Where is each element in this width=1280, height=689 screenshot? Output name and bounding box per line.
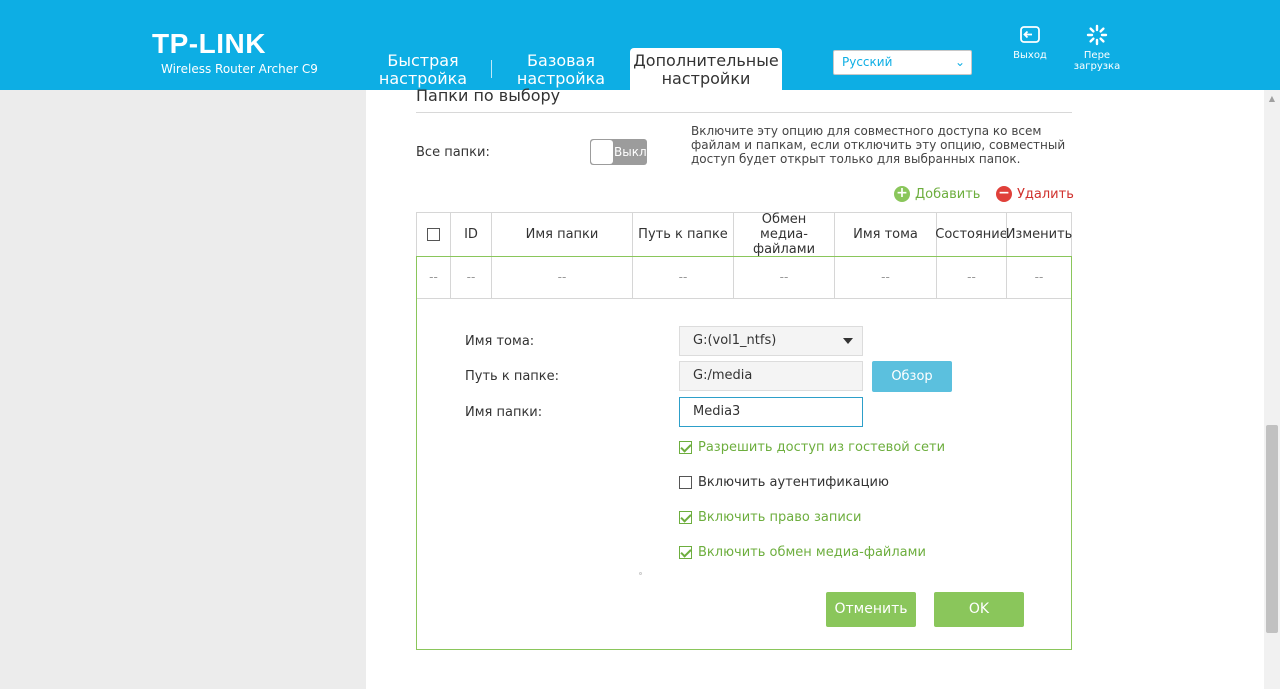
ok-button[interactable]: OK (934, 592, 1024, 627)
tab-advanced[interactable]: Дополнительные настройки (630, 48, 782, 90)
col-id: ID (450, 213, 491, 256)
plus-icon: + (894, 186, 910, 202)
all-folders-label: Все папки: (416, 145, 490, 160)
language-select[interactable]: Русский ⌄ (833, 50, 972, 75)
brand-logo: TP-LINK (152, 28, 266, 59)
table-row[interactable]: -- -- -- -- -- -- -- -- (416, 256, 1072, 299)
section-divider (416, 112, 1072, 113)
all-folders-toggle[interactable]: Выкл (590, 139, 647, 165)
page-scrollbar[interactable]: ▲ (1264, 90, 1280, 689)
col-status: Состояние (935, 213, 1008, 256)
select-all-cell (417, 213, 450, 256)
guest-access-option[interactable]: Разрешить доступ из гостевой сети (679, 440, 945, 455)
guest-access-checkbox[interactable] (679, 441, 692, 454)
top-header: TP-LINK Wireless Router Archer C9 Быстра… (0, 0, 1280, 90)
toggle-knob (591, 140, 613, 164)
col-folder-path: Путь к папке (632, 213, 733, 256)
col-modify: Изменить (1006, 213, 1072, 256)
select-all-checkbox[interactable] (427, 228, 440, 241)
reboot-icon (1086, 24, 1108, 46)
col-folder-name: Имя папки (491, 213, 632, 256)
cancel-button[interactable]: Отменить (826, 592, 916, 627)
folder-name-input[interactable]: Media3 (679, 397, 863, 427)
media-sharing-option[interactable]: Включить обмен медиа-файлами (679, 545, 926, 560)
authentication-option[interactable]: Включить аутентификацию (679, 475, 889, 490)
add-button[interactable]: + Добавить (894, 186, 980, 202)
logout-button[interactable]: Выход (1008, 24, 1052, 61)
path-field[interactable]: G:/media (679, 361, 863, 391)
minus-icon: − (996, 186, 1012, 202)
logout-icon (1020, 26, 1040, 43)
authentication-checkbox[interactable] (679, 476, 692, 489)
delete-button[interactable]: − Удалить (996, 186, 1074, 202)
tab-separator (491, 60, 492, 78)
col-volume-name: Имя тома (834, 213, 936, 256)
media-sharing-checkbox[interactable] (679, 546, 692, 559)
tab-quick-setup[interactable]: Быстрая настройка (372, 48, 474, 90)
folder-name-label: Имя папки: (465, 405, 543, 420)
caret-down-icon (843, 338, 853, 344)
scroll-up-arrow[interactable]: ▲ (1264, 94, 1280, 106)
chevron-down-icon: ⌄ (954, 55, 965, 69)
tab-basic[interactable]: Базовая настройка (506, 48, 616, 90)
write-access-option[interactable]: Включить право записи (679, 510, 861, 525)
reboot-button[interactable]: Пере загрузка (1070, 24, 1124, 72)
decorative-dot (639, 572, 642, 575)
volume-select[interactable]: G:(vol1_ntfs) (679, 326, 863, 356)
all-folders-hint: Включите эту опцию для совместного досту… (691, 124, 1066, 166)
folders-table-header: ID Имя папки Путь к папке Обмен медиа-фа… (416, 212, 1072, 257)
scroll-thumb[interactable] (1266, 425, 1278, 633)
browse-button[interactable]: Обзор (872, 361, 952, 392)
path-label: Путь к папке: (465, 369, 560, 384)
section-title: Папки по выбору (416, 86, 561, 105)
router-model: Wireless Router Archer C9 (161, 62, 318, 76)
volume-label: Имя тома: (465, 334, 535, 349)
write-access-checkbox[interactable] (679, 511, 692, 524)
col-media-sharing: Обмен медиа-файлами (733, 212, 834, 257)
